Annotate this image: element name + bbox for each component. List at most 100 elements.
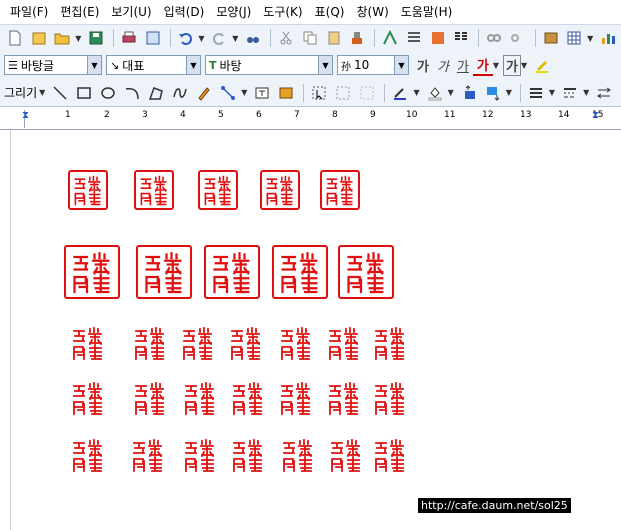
line-color-dropdown-icon[interactable]: ▼ [413, 88, 419, 97]
table-dropdown-icon[interactable]: ▼ [587, 34, 593, 43]
highlighter-icon[interactable] [531, 54, 553, 76]
order-dropdown-icon[interactable]: ▼ [506, 88, 512, 97]
seal-stamp-image[interactable] [260, 170, 300, 210]
char-shape-icon[interactable] [427, 27, 449, 49]
copy-icon[interactable] [299, 27, 321, 49]
seal-stamp-image[interactable] [370, 378, 410, 418]
line-tool-icon[interactable] [49, 82, 71, 104]
seal-stamp-image[interactable] [68, 323, 108, 363]
menu-insert[interactable]: 입력(D) [158, 1, 211, 23]
rectangle-tool-icon[interactable] [73, 82, 95, 104]
line-style-dropdown-icon[interactable]: ▼ [549, 88, 555, 97]
seal-stamp-image[interactable] [370, 435, 410, 475]
seal-stamp-image[interactable] [278, 435, 318, 475]
seal-stamp-image[interactable] [130, 323, 170, 363]
horizontal-ruler[interactable]: 1 2 3 4 5 6 7 8 9 10 11 12 13 14 15 ⧗ ⧗ [0, 108, 621, 130]
line-color-icon[interactable] [389, 82, 411, 104]
fill-color-dropdown-icon[interactable]: ▼ [448, 88, 454, 97]
ungroup-objects-icon[interactable] [356, 82, 378, 104]
seal-stamp-image[interactable] [178, 323, 218, 363]
select-objects-icon[interactable] [308, 82, 330, 104]
spellcheck-icon[interactable] [379, 27, 401, 49]
ellipse-tool-icon[interactable] [97, 82, 119, 104]
font-color-button[interactable]: 가 [472, 55, 493, 76]
polygon-tool-icon[interactable] [145, 82, 167, 104]
find-icon[interactable] [242, 27, 264, 49]
bring-forward-icon[interactable] [458, 82, 480, 104]
format-painter-icon[interactable] [346, 27, 368, 49]
seal-stamp-image[interactable] [324, 378, 364, 418]
menu-file[interactable]: 파일(F) [4, 1, 54, 23]
print-icon[interactable] [118, 27, 140, 49]
menu-view[interactable]: 보기(U) [105, 1, 157, 23]
columns-icon[interactable] [450, 27, 472, 49]
arc-tool-icon[interactable] [121, 82, 143, 104]
seal-stamp-image[interactable] [226, 323, 266, 363]
seal-stamp-image[interactable] [136, 245, 192, 299]
seal-stamp-image[interactable] [180, 435, 220, 475]
bold-button[interactable]: 가 [413, 56, 433, 75]
font-combo[interactable]: T 바탕 ▼ [205, 55, 333, 75]
seal-stamp-image[interactable] [320, 170, 360, 210]
drawing-dropdown-icon[interactable]: ▼ [39, 88, 45, 97]
menu-table[interactable]: 표(Q) [309, 1, 351, 23]
chevron-down-icon[interactable]: ▼ [186, 56, 200, 74]
char-border-dropdown-icon[interactable]: ▼ [521, 61, 527, 70]
textbox-tool-icon[interactable] [251, 82, 273, 104]
pencil-tool-icon[interactable] [193, 82, 215, 104]
insert-picture-icon[interactable] [540, 27, 562, 49]
seal-stamp-image[interactable] [204, 245, 260, 299]
arrow-style-icon[interactable] [593, 82, 615, 104]
chevron-down-icon[interactable]: ▼ [318, 56, 332, 74]
seal-stamp-image[interactable] [134, 170, 174, 210]
italic-button[interactable]: 가 [433, 56, 453, 75]
language-combo[interactable]: ↘ 대표 ▼ [106, 55, 201, 75]
connector-tool-icon[interactable] [217, 82, 239, 104]
seal-stamp-image[interactable] [228, 435, 268, 475]
line-dash-dropdown-icon[interactable]: ▼ [583, 88, 589, 97]
cut-icon[interactable] [275, 27, 297, 49]
seal-stamp-image[interactable] [276, 378, 316, 418]
seal-stamp-image[interactable] [324, 323, 364, 363]
font-color-dropdown-icon[interactable]: ▼ [493, 61, 499, 70]
seal-stamp-image[interactable] [68, 435, 108, 475]
picture-tool-icon[interactable] [275, 82, 297, 104]
seal-stamp-image[interactable] [228, 378, 268, 418]
line-dash-icon[interactable] [559, 82, 581, 104]
left-indent-marker-icon[interactable]: ⧗ [22, 110, 29, 121]
template-icon[interactable] [28, 27, 50, 49]
seal-stamp-image[interactable] [128, 435, 168, 475]
connector-dropdown-icon[interactable]: ▼ [241, 88, 247, 97]
undo-icon[interactable] [175, 27, 197, 49]
hyperlink-icon[interactable] [483, 27, 505, 49]
redo-icon[interactable] [209, 27, 231, 49]
seal-stamp-image[interactable] [276, 323, 316, 363]
new-document-icon[interactable] [4, 27, 26, 49]
font-size-combo[interactable]: 孙 10 ▼ [337, 55, 409, 75]
seal-stamp-image[interactable] [338, 245, 394, 299]
menu-edit[interactable]: 편집(E) [54, 1, 105, 23]
paste-icon[interactable] [323, 27, 345, 49]
undo-dropdown-icon[interactable]: ▼ [198, 34, 204, 43]
paragraph-icon[interactable] [403, 27, 425, 49]
seal-stamp-image[interactable] [130, 378, 170, 418]
seal-stamp-image[interactable] [272, 245, 328, 299]
seal-stamp-image[interactable] [68, 170, 108, 210]
redo-dropdown-icon[interactable]: ▼ [232, 34, 238, 43]
style-combo[interactable]: ☰ 바탕글 ▼ [4, 55, 102, 75]
menu-tools[interactable]: 도구(K) [257, 1, 308, 23]
fill-color-icon[interactable] [424, 82, 446, 104]
seal-stamp-image[interactable] [64, 245, 120, 299]
menu-help[interactable]: 도움말(H) [395, 1, 459, 23]
underline-button[interactable]: 가 [453, 56, 473, 75]
char-border-button[interactable]: 가 [503, 54, 521, 76]
group-objects-icon[interactable] [332, 82, 354, 104]
chevron-down-icon[interactable]: ▼ [394, 56, 408, 74]
menu-window[interactable]: 창(W) [350, 1, 394, 23]
seal-stamp-image[interactable] [68, 378, 108, 418]
curve-tool-icon[interactable] [169, 82, 191, 104]
chart-icon[interactable] [597, 27, 619, 49]
seal-stamp-image[interactable] [180, 378, 220, 418]
open-dropdown-icon[interactable]: ▼ [75, 34, 81, 43]
seal-stamp-image[interactable] [326, 435, 366, 475]
